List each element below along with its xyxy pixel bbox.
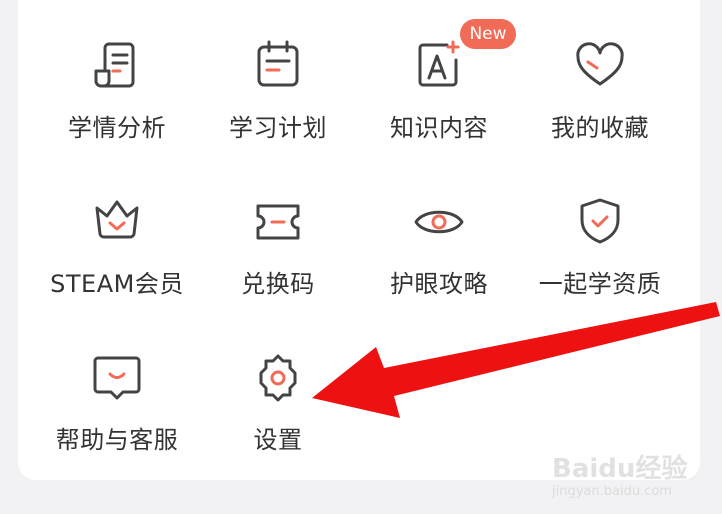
watermark-logo: Baidu经验 (552, 454, 688, 484)
watermark-url: jingyan.baidu.com (552, 484, 672, 499)
baidu-watermark: Baidu经验 jingyan.baidu.com (552, 448, 712, 508)
annotation-arrow (312, 302, 720, 418)
